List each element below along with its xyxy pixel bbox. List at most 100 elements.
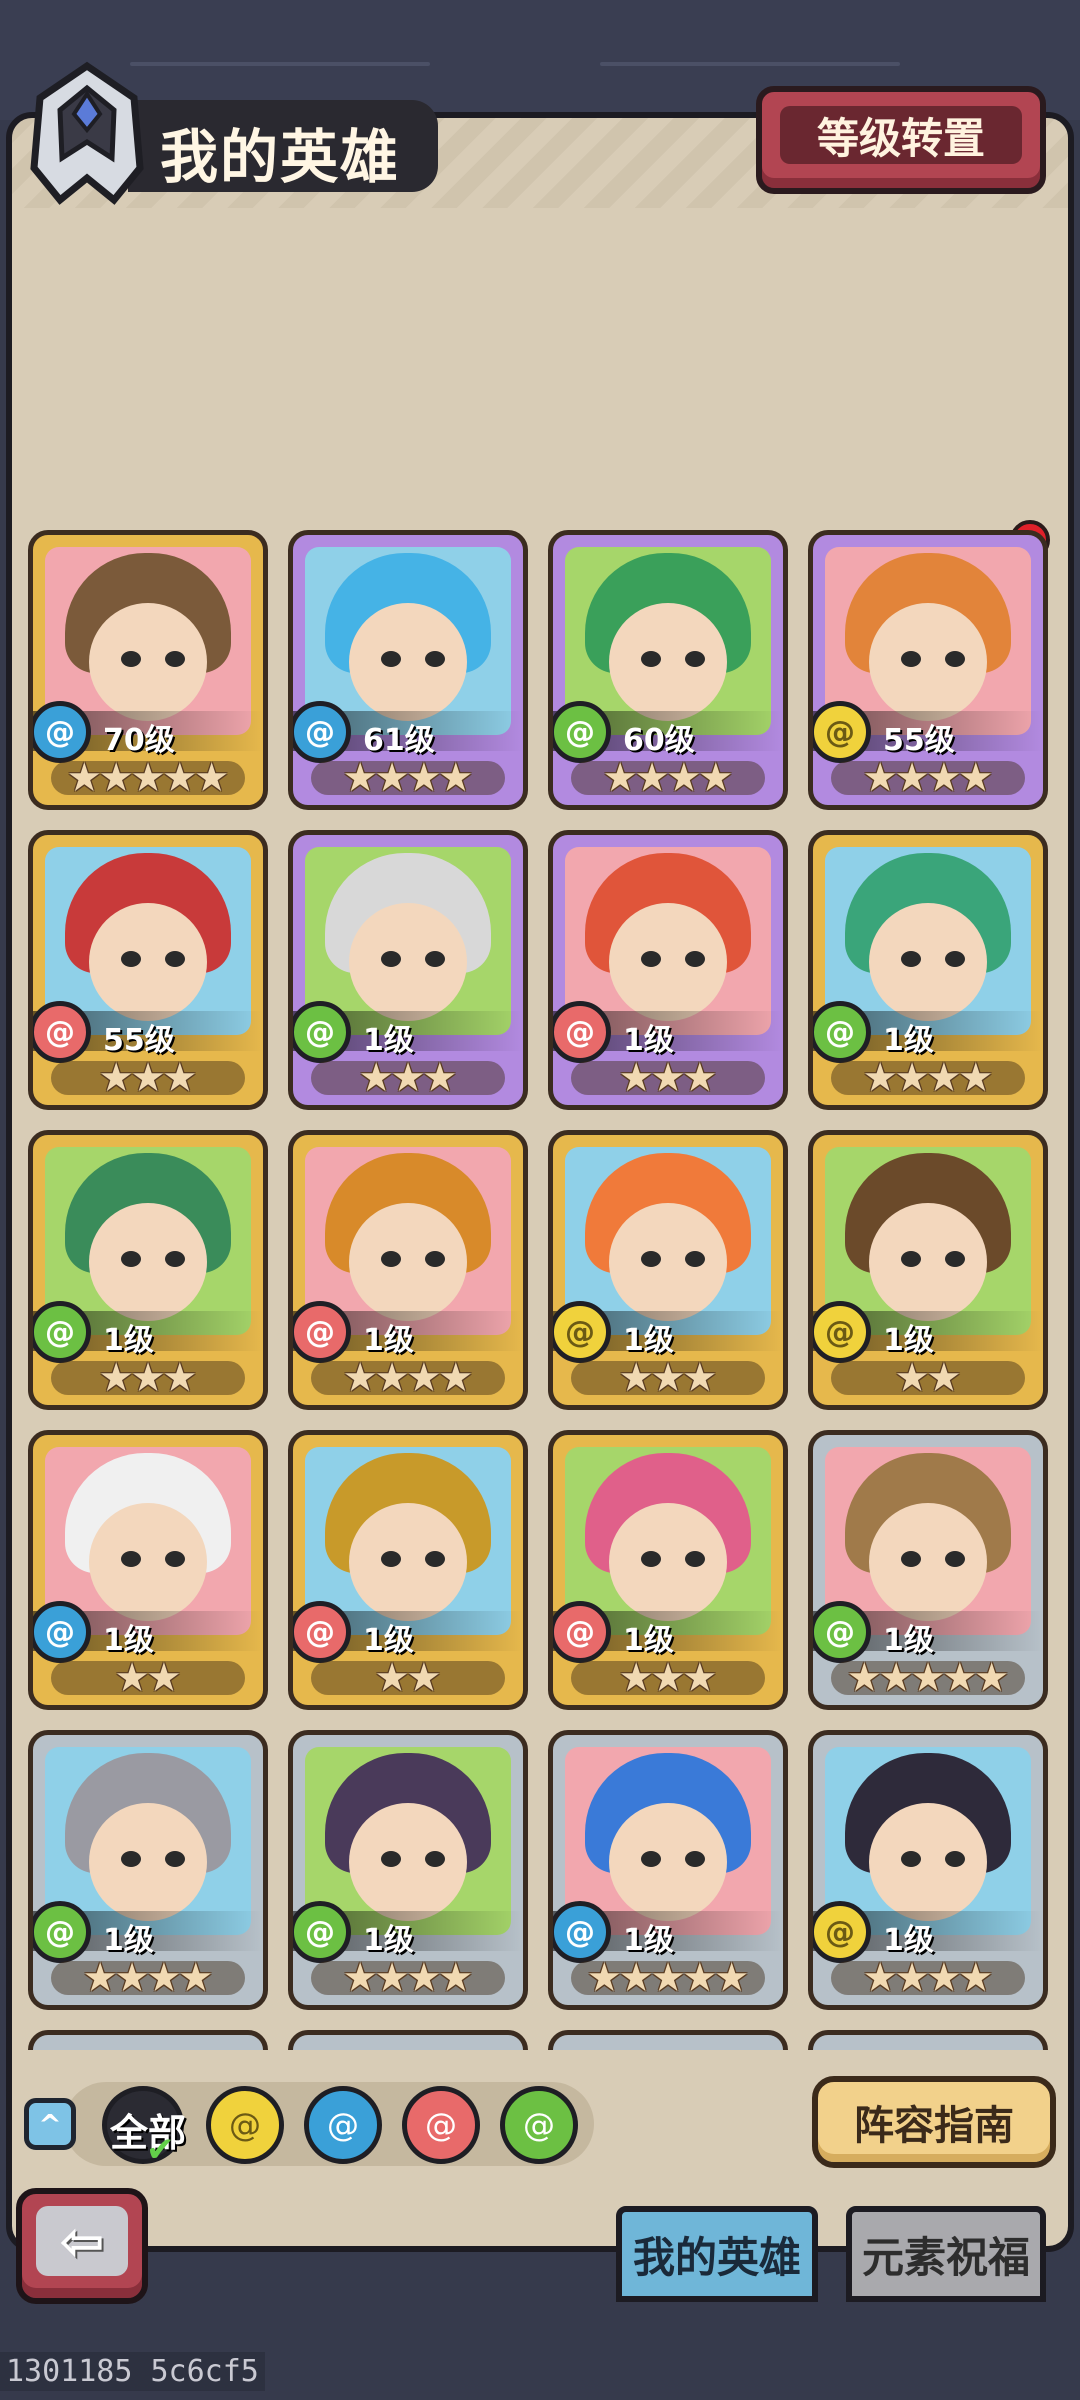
lineup-guide-button[interactable]: 阵容指南 (812, 2076, 1056, 2168)
hero-eye (425, 1251, 445, 1267)
star-icon: ★ (161, 755, 198, 801)
hero-card[interactable]: @1级 ★ ★ ★ ★ (808, 1730, 1048, 2010)
star-icon: ★ (713, 1955, 750, 2001)
star-icon: ★ (681, 1355, 718, 1401)
star-rating: ★ ★ ★ ★ (813, 1055, 1043, 1101)
hero-face (609, 1503, 727, 1621)
star-icon: ★ (618, 1355, 655, 1401)
hero-card[interactable]: @1级 ★ ★ ★ ★ (288, 1130, 528, 1410)
star-icon: ★ (618, 1655, 655, 1701)
hero-card-partial[interactable] (548, 2030, 788, 2050)
hero-card[interactable]: @1级 ★ ★ ★ ★ (28, 1730, 268, 2010)
star-icon: ★ (681, 1655, 718, 1701)
filter-fire-icon[interactable]: @ (402, 2086, 480, 2164)
hero-card[interactable]: @1级 ★ ★ ★ (548, 1430, 788, 1710)
hero-card[interactable]: @1级 ★ ★ (28, 1430, 268, 1710)
hero-card[interactable]: @1级 ★ ★ (808, 1130, 1048, 1410)
helmet-icon (30, 61, 144, 205)
fire-element-icon: @ (293, 1301, 351, 1363)
hero-level: 1级 (623, 1323, 674, 1358)
filter-water-icon[interactable]: @ (304, 2086, 382, 2164)
star-icon: ★ (681, 1055, 718, 1101)
star-icon: ★ (98, 1055, 135, 1101)
star-icon: ★ (406, 755, 442, 801)
hero-card[interactable]: @1级 ★ ★ ★ (548, 1130, 788, 1410)
hero-level: 1级 (363, 1923, 414, 1958)
back-button[interactable]: ⇦ (16, 2188, 148, 2304)
hero-level: 1级 (883, 1323, 934, 1358)
hero-face (89, 1203, 207, 1321)
hero-card[interactable]: @1级 ★ ★ ★ ★ (808, 830, 1048, 1110)
star-icon: ★ (681, 1955, 718, 2001)
hero-card-partial[interactable] (808, 2030, 1048, 2050)
hero-card-partial[interactable] (288, 2030, 528, 2050)
level-reset-button[interactable]: 等级转置 (756, 86, 1046, 194)
hero-card[interactable]: @60级 ★ ★ ★ ★ (548, 530, 788, 810)
hero-card[interactable]: @61级 ★ ★ ★ ★ (288, 530, 528, 810)
hero-card[interactable]: @1级 ★ ★ ★ ★ ★ (548, 1730, 788, 2010)
hero-eye (641, 1551, 661, 1567)
hero-eye (641, 951, 661, 967)
hero-card[interactable]: @1级 ★ ★ (288, 1430, 528, 1710)
hero-eye (685, 1851, 705, 1867)
hero-eye (945, 951, 965, 967)
hero-card[interactable]: @70级 ★ ★ ★ ★ ★ (28, 530, 268, 810)
hero-face (349, 903, 467, 1021)
star-icon: ★ (342, 1355, 379, 1401)
fire-element-icon: @ (33, 1001, 91, 1063)
filter-earth-icon[interactable]: @ (206, 2086, 284, 2164)
hero-eye (901, 651, 921, 667)
hero-card-partial[interactable] (28, 2030, 268, 2050)
hero-card[interactable]: @1级 ★ ★ ★ (288, 830, 528, 1110)
star-icon: ★ (114, 1655, 150, 1701)
earth-element-icon: @ (813, 1301, 871, 1363)
star-icon: ★ (114, 1955, 150, 2001)
tab-element-blessing[interactable]: 元素祝福 (846, 2206, 1046, 2302)
star-rating: ★ ★ ★ (553, 1055, 783, 1101)
star-icon: ★ (130, 1055, 166, 1101)
hero-eye (165, 1551, 185, 1567)
star-icon: ★ (390, 1055, 426, 1101)
star-rating: ★ ★ ★ ★ (813, 1955, 1043, 2001)
hero-card[interactable]: @1级 ★ ★ ★ (548, 830, 788, 1110)
hero-card[interactable]: @1级 ★ ★ ★ (28, 1130, 268, 1410)
hero-face (349, 1503, 467, 1621)
hero-face (349, 1803, 467, 1921)
hero-face (89, 903, 207, 1021)
hero-eye (121, 651, 141, 667)
hero-card[interactable]: @55级 ★ ★ ★ ★ (808, 530, 1048, 810)
hero-card[interactable]: @1级 ★ ★ ★ ★ (288, 1730, 528, 2010)
hero-card[interactable]: @1级 ★ ★ ★ ★ ★ (808, 1430, 1048, 1710)
hero-eye (641, 1851, 661, 1867)
wind-element-icon: @ (813, 1601, 871, 1663)
hero-eye (685, 951, 705, 967)
star-icon: ★ (406, 1955, 442, 2001)
hero-face (349, 1203, 467, 1321)
star-icon: ★ (650, 1955, 686, 2001)
hero-eye (121, 1551, 141, 1567)
tab-my-heroes[interactable]: 我的英雄 (616, 2206, 818, 2302)
star-icon: ★ (437, 755, 474, 801)
star-icon: ★ (406, 1655, 442, 1701)
hero-card[interactable]: @55级 ★ ★ ★ (28, 830, 268, 1110)
star-icon: ★ (926, 1955, 962, 2001)
star-icon: ★ (957, 1055, 994, 1101)
hero-eye (381, 951, 401, 967)
back-arrow-icon: ⇦ (36, 2206, 128, 2276)
hero-level: 1级 (363, 1023, 414, 1058)
hero-level: 70级 (103, 723, 175, 758)
hero-eye (165, 1851, 185, 1867)
star-icon: ★ (846, 1655, 883, 1701)
hero-level: 1级 (883, 1023, 934, 1058)
hero-level: 1级 (623, 1023, 674, 1058)
collapse-up-icon[interactable]: ^ (24, 2098, 76, 2150)
star-icon: ★ (374, 755, 410, 801)
star-icon: ★ (177, 1955, 214, 2001)
star-icon: ★ (161, 1355, 198, 1401)
star-icon: ★ (862, 1055, 899, 1101)
fire-element-icon: @ (553, 1001, 611, 1063)
hero-level: 1级 (363, 1323, 414, 1358)
filter-wind-icon[interactable]: @ (500, 2086, 578, 2164)
star-icon: ★ (342, 755, 379, 801)
star-icon: ★ (374, 1955, 410, 2001)
